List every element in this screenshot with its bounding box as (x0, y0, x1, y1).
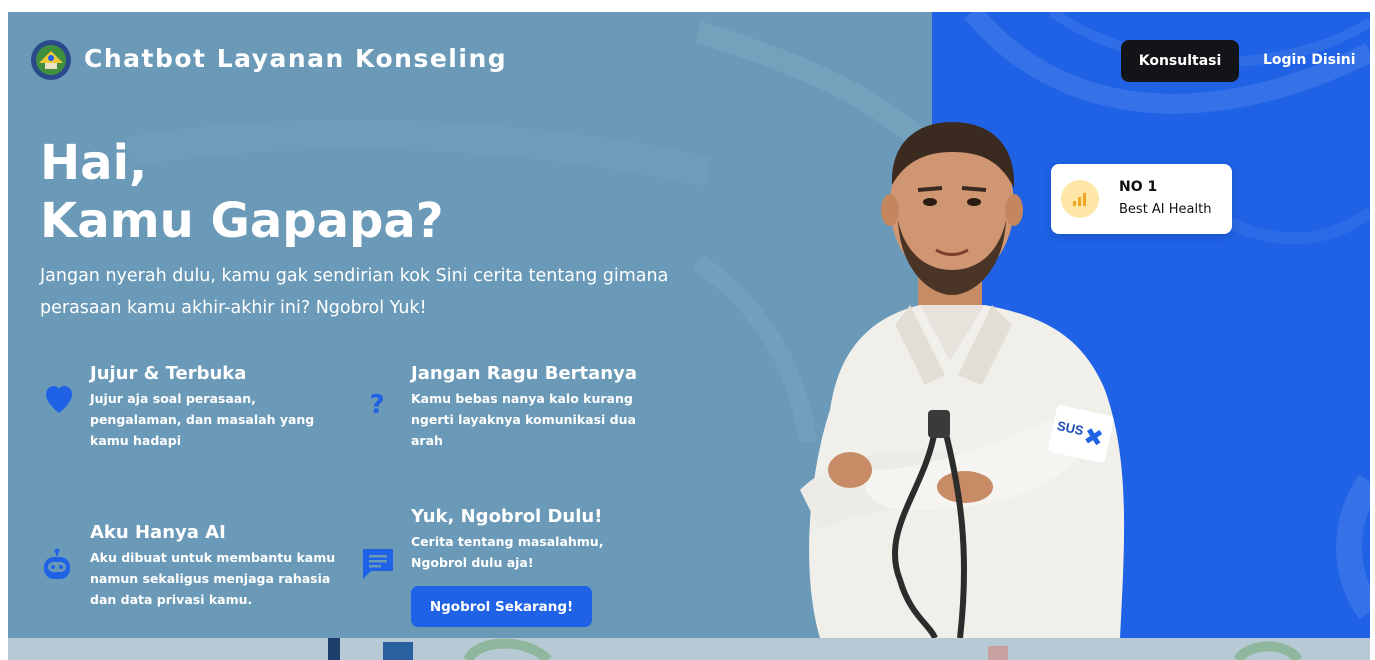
feature-desc: Aku dibuat untuk membantu kamu namun sek… (90, 550, 336, 607)
chat-icon (358, 546, 398, 582)
school-emblem-icon[interactable] (30, 39, 72, 81)
feature-desc: Cerita tentang masalahmu, Ngobrol dulu a… (411, 534, 604, 570)
hero-title: Hai, Kamu Gapapa? (40, 134, 444, 250)
feature-desc: Kamu bebas nanya kalo kurang ngerti laya… (411, 391, 636, 448)
feature-title: Jangan Ragu Bertanya (411, 363, 637, 384)
badge-label: Best AI Health (1119, 202, 1212, 217)
strip-decor (328, 638, 1303, 660)
bar-chart-icon (1061, 180, 1099, 218)
next-section-strip (8, 638, 1370, 660)
feature-title: Yuk, Ngobrol Dulu! (411, 506, 603, 527)
ngobrol-sekarang-button[interactable]: Ngobrol Sekarang! (411, 586, 592, 627)
question-icon: ? (369, 390, 385, 420)
login-link[interactable]: Login Disini (1263, 52, 1356, 68)
hero-subtitle: Jangan nyerah dulu, kamu gak sendirian k… (40, 266, 669, 318)
robot-icon (37, 546, 77, 586)
konsultasi-button[interactable]: Konsultasi (1121, 40, 1239, 82)
hero-title-line2: Kamu Gapapa? (40, 193, 444, 249)
hero-section: Chatbot Layanan Konseling Konsultasi Log… (8, 12, 1370, 638)
badge-rank: NO 1 (1119, 179, 1158, 195)
best-ai-badge: NO 1 Best AI Health (1051, 164, 1232, 234)
brand-title[interactable]: Chatbot Layanan Konseling (84, 44, 507, 73)
feature-title: Aku Hanya AI (90, 522, 226, 543)
feature-desc: Jujur aja soal perasaan, pengalaman, dan… (90, 391, 315, 448)
feature-title: Jujur & Terbuka (90, 363, 247, 384)
heart-icon (44, 385, 74, 415)
hero-title-line1: Hai, (40, 135, 148, 191)
